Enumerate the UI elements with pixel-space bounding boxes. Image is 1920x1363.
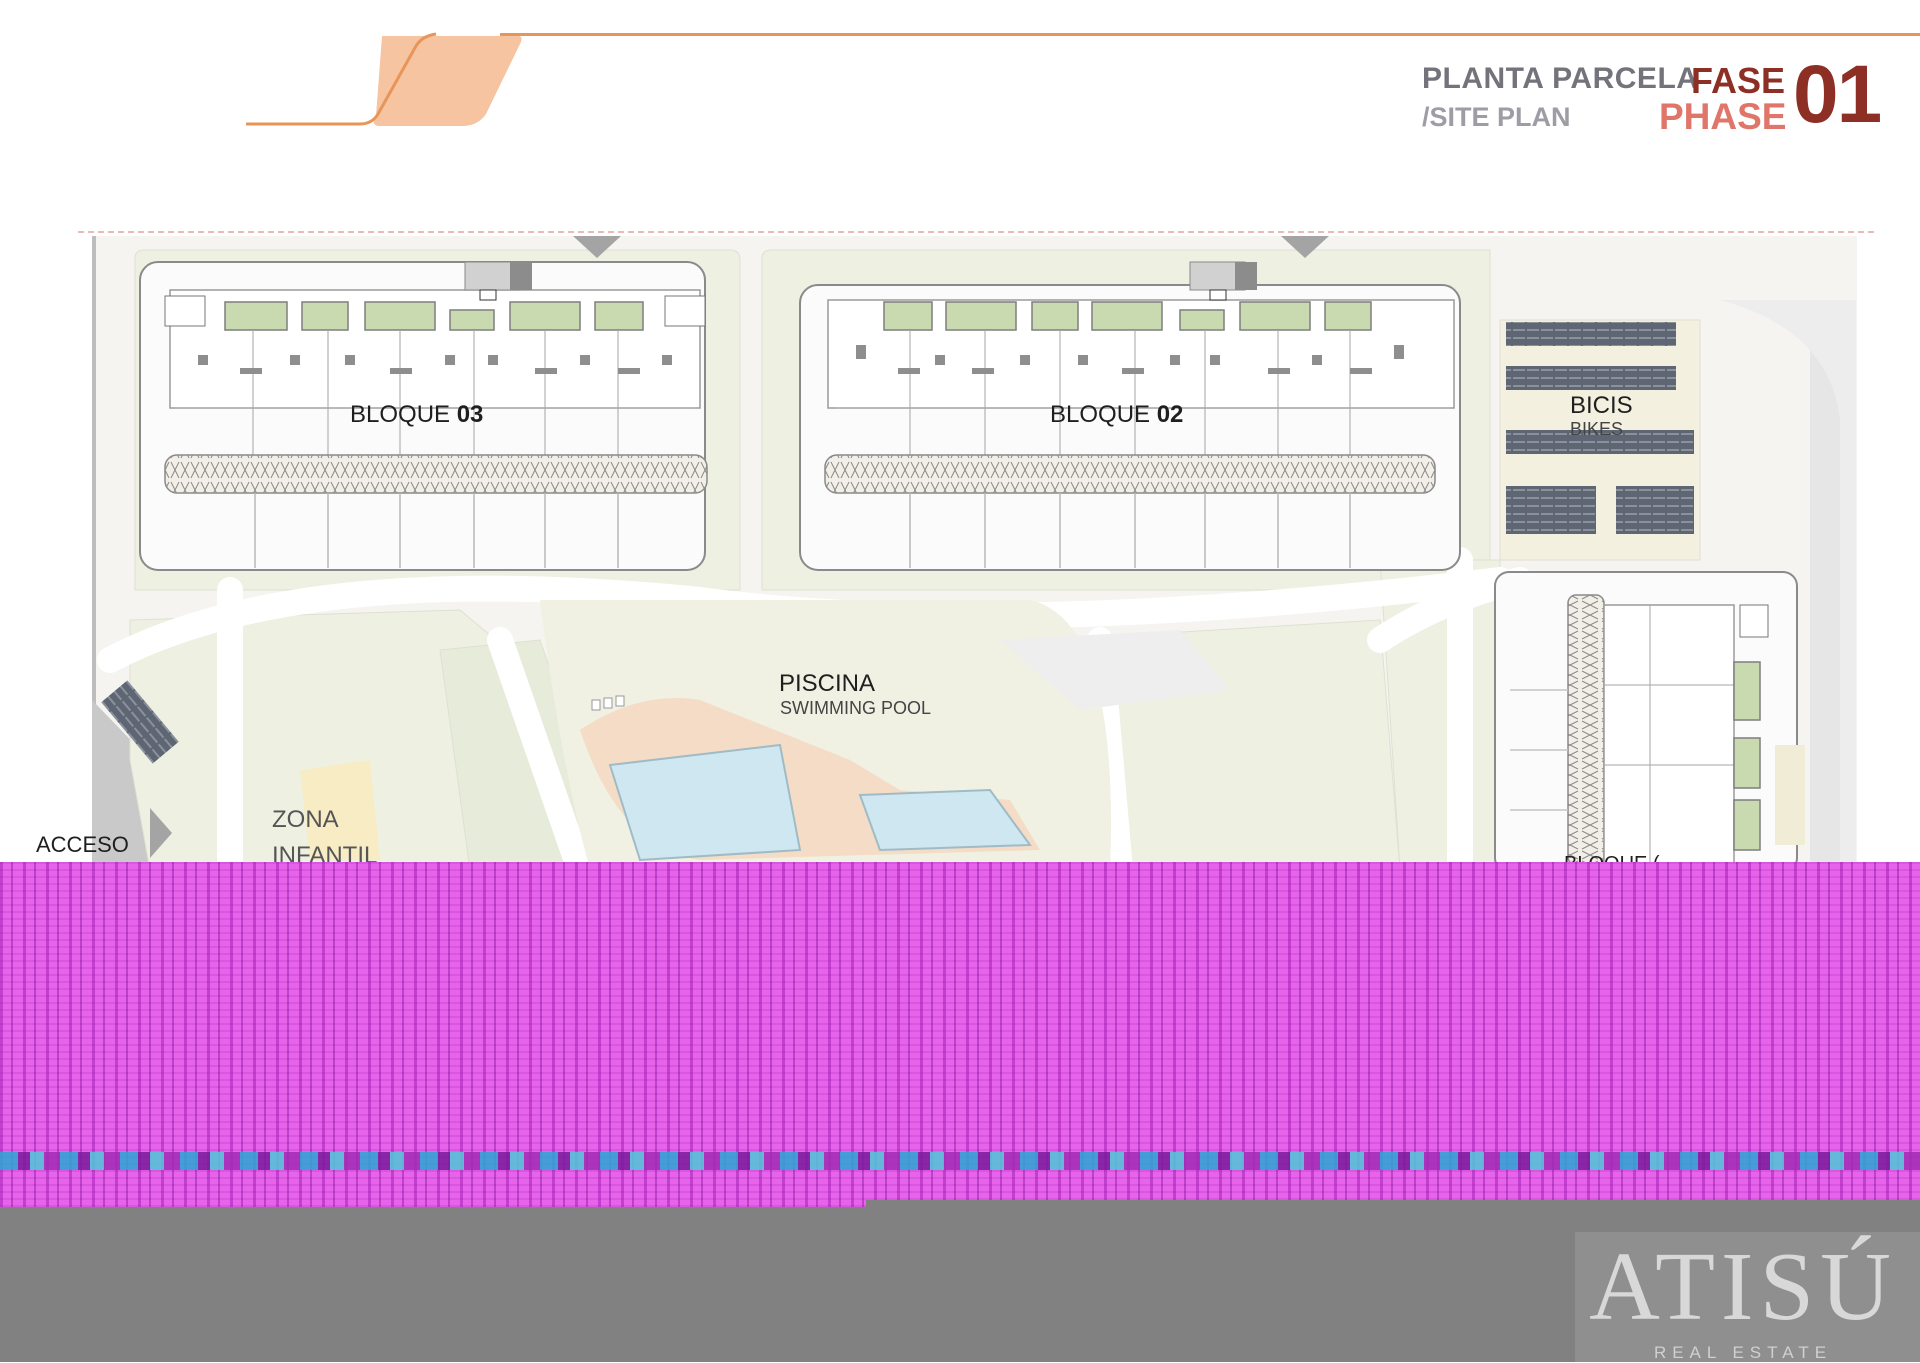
bikes-label: BICIS <box>1570 392 1633 419</box>
site-plan-drawing <box>78 231 1878 870</box>
block-04-plan <box>1494 571 1805 870</box>
pool-label-en: SWIMMING POOL <box>780 698 932 718</box>
bikes-label-en: BIKES <box>1570 419 1624 439</box>
block-02-label: BLOQUE 02 <box>1050 401 1184 428</box>
kids-zone-label-1: ZONA <box>272 806 339 833</box>
block-03-label: BLOQUE 03 <box>350 401 484 428</box>
access-label: ACCESO <box>36 832 129 857</box>
pool-label: PISCINA <box>779 670 876 697</box>
image-corruption-stripe <box>0 1152 1920 1170</box>
brand-tagline: REAL ESTATE <box>1653 1343 1833 1362</box>
brand-logo: ATISÚ <box>1589 1233 1897 1341</box>
